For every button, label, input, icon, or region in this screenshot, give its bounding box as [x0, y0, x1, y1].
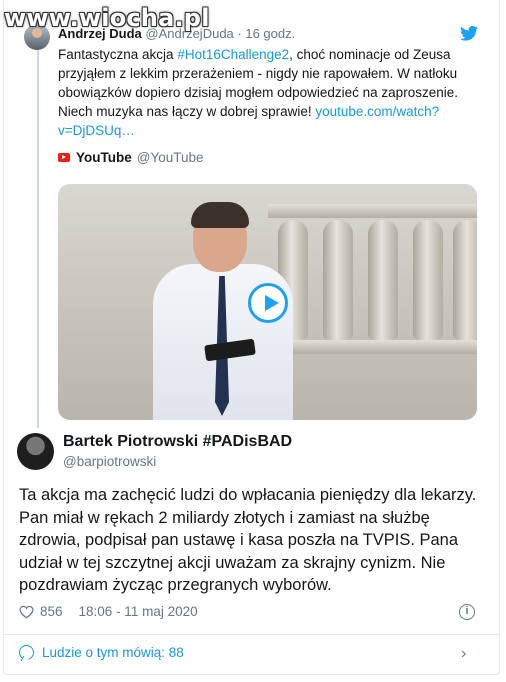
tweet-timestamp[interactable]: 18:06 - 11 maj 2020 [79, 604, 198, 619]
chat-bubble-icon [19, 645, 34, 660]
watermark: www.wiocha.pl [4, 4, 210, 32]
play-icon[interactable] [248, 283, 288, 323]
hashtag-link[interactable]: #Hot16Challenge2 [177, 47, 289, 62]
balustrade-background [268, 194, 477, 394]
people-talking-link[interactable]: Ludzie o tym mówią: 88 [19, 645, 184, 660]
heart-icon[interactable] [19, 605, 34, 619]
parent-tweet-text: Fantastyczna akcja #Hot16Challenge2, cho… [58, 45, 468, 140]
card-source-handle: @YouTube [136, 150, 204, 165]
people-talking-label: Ludzie o tym mówią: 88 [42, 645, 184, 660]
card-source[interactable]: YouTube @YouTube [58, 150, 204, 165]
info-icon[interactable]: i [459, 604, 475, 620]
thread-line [37, 46, 39, 428]
like-count[interactable]: 856 [40, 604, 63, 619]
card-source-name: YouTube [76, 150, 132, 165]
divider [4, 634, 499, 635]
tweet-text: Ta akcja ma zachęcić ludzi do wpłacania … [19, 486, 477, 595]
video-thumbnail[interactable] [58, 184, 477, 420]
parent-text-start: Fantastyczna akcja [58, 47, 178, 62]
author-handle[interactable]: @barpiotrowski [63, 454, 156, 469]
parent-time[interactable]: 16 godz. [245, 26, 295, 41]
twitter-bird-icon[interactable] [460, 26, 478, 41]
author-name[interactable]: Bartek Piotrowski #PADisBAD [63, 433, 292, 451]
tweet-meta: 856 18:06 - 11 maj 2020 [19, 604, 198, 619]
chevron-right-icon[interactable]: › [461, 645, 466, 663]
youtube-icon [58, 153, 70, 162]
author-avatar[interactable] [17, 433, 54, 470]
